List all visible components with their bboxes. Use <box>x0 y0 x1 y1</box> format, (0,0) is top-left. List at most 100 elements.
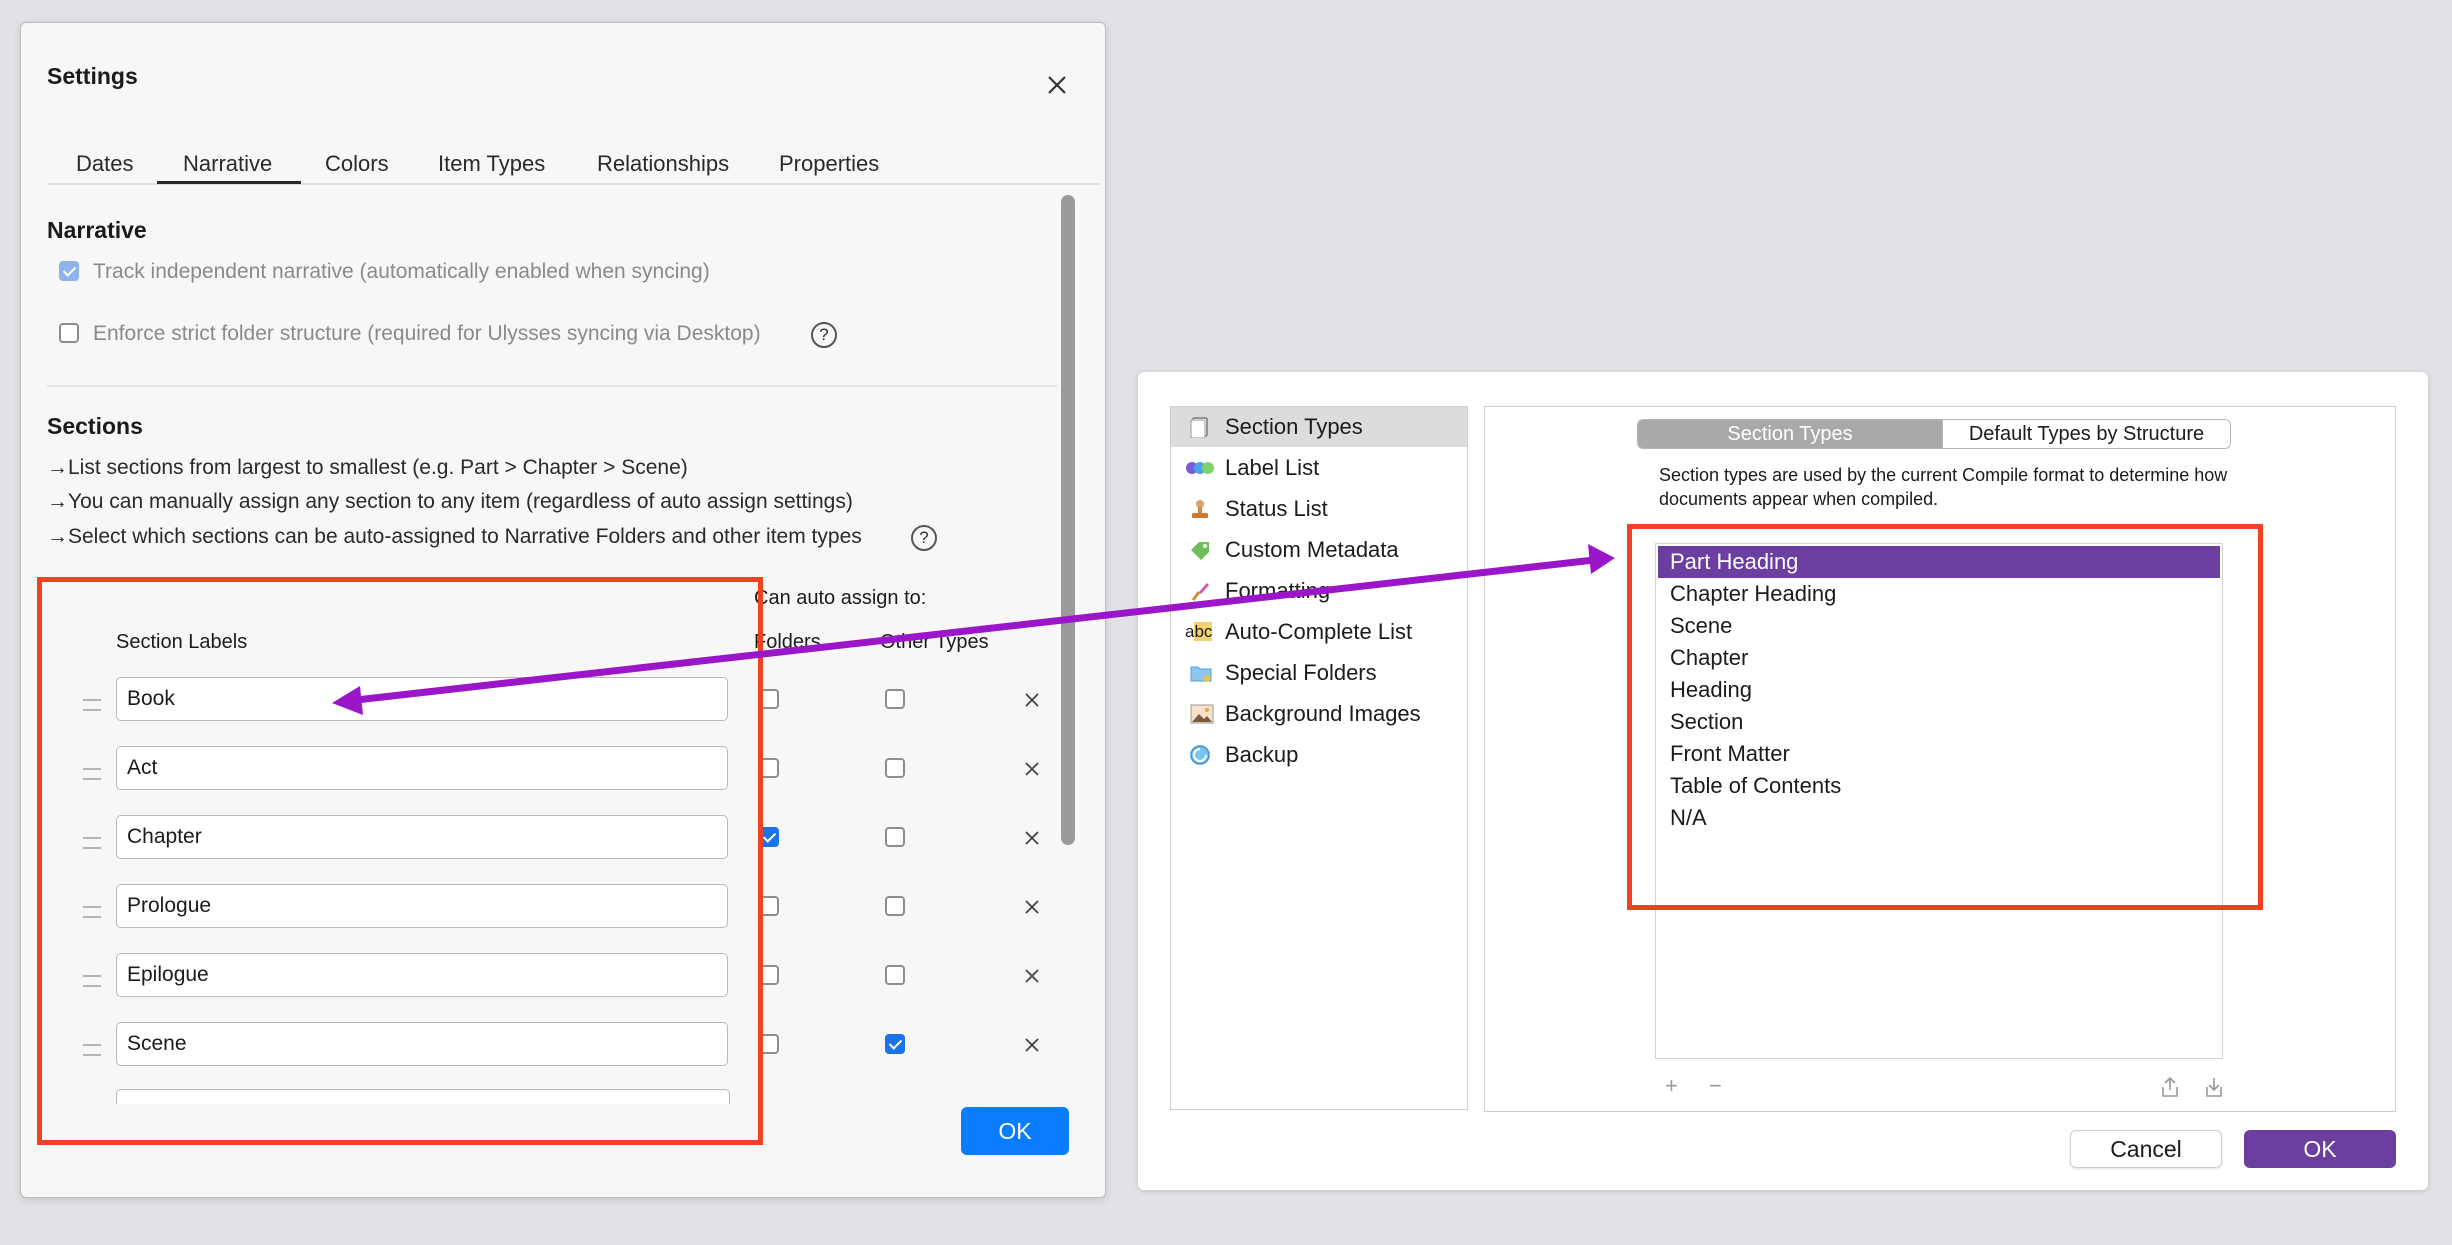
section-labels-header: Section Labels <box>116 631 248 653</box>
arrow-right-icon: → <box>47 525 68 548</box>
arrow-right-icon: → <box>47 456 68 479</box>
list-item[interactable]: Table of Contents <box>1658 770 2220 802</box>
other-types-checkbox[interactable] <box>885 827 905 847</box>
cancel-button[interactable]: Cancel <box>2070 1130 2222 1168</box>
section-label-field[interactable]: Book <box>116 677 728 721</box>
add-icon[interactable]: + <box>1665 1073 1678 1099</box>
delete-row-icon[interactable] <box>1021 758 1043 780</box>
other-types-checkbox[interactable] <box>885 1034 905 1054</box>
folders-header: Folders <box>754 631 821 653</box>
sections-note-1: →List sections from largest to smallest … <box>47 456 688 479</box>
settings-dialog: Settings Dates Narrative Colors Item Typ… <box>20 22 1106 1198</box>
delete-row-icon[interactable] <box>1021 896 1043 918</box>
list-item[interactable]: Part Heading <box>1658 546 2220 578</box>
folders-checkbox[interactable] <box>759 896 779 916</box>
delete-row-icon[interactable] <box>1021 827 1043 849</box>
list-item[interactable]: Front Matter <box>1658 738 2220 770</box>
segment-section-types[interactable]: Section Types <box>1638 420 1942 448</box>
tab-narrative[interactable]: Narrative <box>183 151 272 177</box>
folders-checkbox[interactable] <box>759 827 779 847</box>
section-label-field[interactable] <box>116 1089 730 1104</box>
sidebar-item-auto-complete-list[interactable]: abc Auto-Complete List <box>1171 612 1467 652</box>
remove-icon[interactable]: − <box>1709 1073 1722 1099</box>
settings-sidebar: Section Types Label List Status List Cus… <box>1170 406 1468 1110</box>
list-item[interactable]: Heading <box>1658 674 2220 706</box>
tab-item-types[interactable]: Item Types <box>438 151 545 177</box>
drag-handle-icon[interactable] <box>83 1044 101 1056</box>
section-label-field[interactable]: Scene <box>116 1022 728 1066</box>
segment-default-types[interactable]: Default Types by Structure <box>1942 420 2230 448</box>
tab-colors[interactable]: Colors <box>325 151 389 177</box>
list-item[interactable]: Chapter <box>1658 642 2220 674</box>
sidebar-item-special-folders[interactable]: Special Folders <box>1171 653 1467 693</box>
color-circles-icon <box>1186 462 1214 474</box>
ok-button[interactable]: OK <box>961 1107 1069 1155</box>
drag-handle-icon[interactable] <box>83 837 101 849</box>
tab-properties[interactable]: Properties <box>779 151 879 177</box>
import-icon[interactable] <box>2203 1075 2225 1099</box>
track-narrative-checkbox <box>59 261 79 281</box>
section-label-field[interactable]: Epilogue <box>116 953 728 997</box>
image-icon <box>1190 704 1214 724</box>
sidebar-item-label-list[interactable]: Label List <box>1171 448 1467 488</box>
tab-relationships[interactable]: Relationships <box>597 151 729 177</box>
delete-row-icon[interactable] <box>1021 1034 1043 1056</box>
list-item[interactable]: Scene <box>1658 610 2220 642</box>
enforce-folder-label: Enforce strict folder structure (require… <box>93 322 761 345</box>
drag-handle-icon[interactable] <box>83 975 101 987</box>
list-item[interactable]: N/A <box>1658 802 2220 834</box>
segmented-control: Section Types Default Types by Structure <box>1637 419 2231 449</box>
section-types-list: Part Heading Chapter Heading Scene Chapt… <box>1655 543 2223 1059</box>
other-types-checkbox[interactable] <box>885 965 905 985</box>
tag-icon <box>1191 542 1209 560</box>
backup-icon <box>1190 745 1210 765</box>
brush-icon <box>1191 583 1209 601</box>
delete-row-icon[interactable] <box>1021 965 1043 987</box>
enforce-folder-checkbox[interactable] <box>59 323 79 343</box>
sidebar-item-custom-metadata[interactable]: Custom Metadata <box>1171 530 1467 570</box>
drag-handle-icon[interactable] <box>83 768 101 780</box>
sidebar-item-background-images[interactable]: Background Images <box>1171 694 1467 734</box>
folder-star-icon <box>1190 666 1212 683</box>
other-types-checkbox[interactable] <box>885 689 905 709</box>
can-auto-assign-label: Can auto assign to: <box>754 587 927 609</box>
share-icon[interactable] <box>2159 1075 2181 1099</box>
close-icon[interactable] <box>1039 67 1075 103</box>
sidebar-item-backup[interactable]: Backup <box>1171 735 1467 775</box>
narrative-heading: Narrative <box>47 217 147 243</box>
abc-icon: abc <box>1185 622 1213 641</box>
arrow-right-icon: → <box>47 490 68 513</box>
document-icon <box>1190 417 1208 438</box>
sections-note-3: →Select which sections can be auto-assig… <box>47 525 862 548</box>
other-types-checkbox[interactable] <box>885 758 905 778</box>
stamp-icon <box>1192 500 1208 518</box>
section-divider <box>47 385 1057 387</box>
help-icon[interactable]: ? <box>911 525 937 551</box>
ok-button[interactable]: OK <box>2244 1130 2396 1168</box>
tab-dates[interactable]: Dates <box>76 151 133 177</box>
sections-heading: Sections <box>47 413 143 439</box>
other-types-header: Other Types <box>880 631 989 653</box>
folders-checkbox[interactable] <box>759 965 779 985</box>
scrollbar[interactable] <box>1061 195 1075 845</box>
folders-checkbox[interactable] <box>759 689 779 709</box>
folders-checkbox[interactable] <box>759 758 779 778</box>
sidebar-item-status-list[interactable]: Status List <box>1171 489 1467 529</box>
drag-handle-icon[interactable] <box>83 699 101 711</box>
track-narrative-label: Track independent narrative (automatical… <box>93 260 710 283</box>
section-label-field[interactable]: Prologue <box>116 884 728 928</box>
help-icon[interactable]: ? <box>811 322 837 348</box>
list-item[interactable]: Chapter Heading <box>1658 578 2220 610</box>
folders-checkbox[interactable] <box>759 1034 779 1054</box>
delete-row-icon[interactable] <box>1021 689 1043 711</box>
other-types-checkbox[interactable] <box>885 896 905 916</box>
project-settings-window: Section Types Label List Status List Cus… <box>1138 372 2428 1190</box>
section-label-field[interactable]: Chapter <box>116 815 728 859</box>
dialog-title: Settings <box>47 63 138 89</box>
section-types-panel: Section Types Default Types by Structure… <box>1484 406 2396 1112</box>
sidebar-item-section-types[interactable]: Section Types <box>1171 407 1467 447</box>
sidebar-item-formatting[interactable]: Formatting <box>1171 571 1467 611</box>
section-label-field[interactable]: Act <box>116 746 728 790</box>
list-item[interactable]: Section <box>1658 706 2220 738</box>
drag-handle-icon[interactable] <box>83 906 101 918</box>
